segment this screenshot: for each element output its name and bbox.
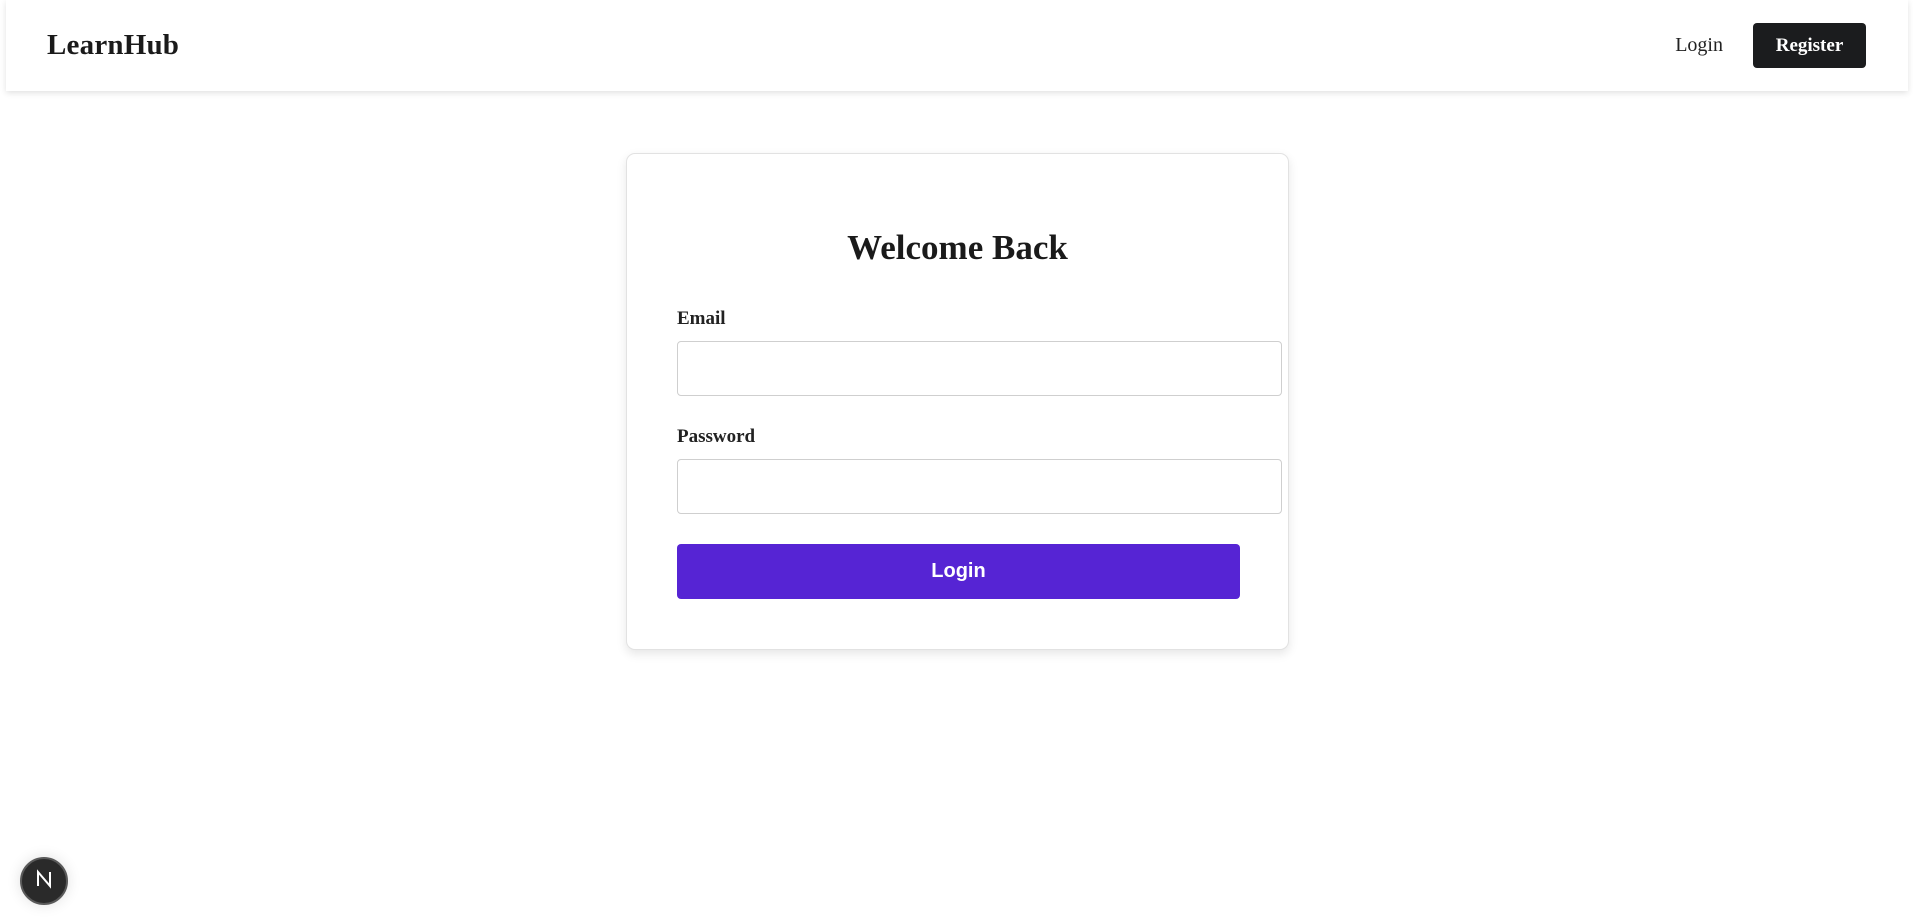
login-submit-button[interactable]: Login <box>677 544 1240 599</box>
email-label: Email <box>677 308 726 329</box>
login-card: Welcome Back Email Password Login <box>626 153 1289 650</box>
top-navbar: LearnHub Login Register <box>6 0 1908 91</box>
login-link[interactable]: Login <box>1675 34 1723 57</box>
login-title: Welcome Back <box>847 228 1068 267</box>
brand-logo[interactable]: LearnHub <box>47 29 179 62</box>
nextjs-n-icon <box>34 868 54 894</box>
nav-actions: Login Register <box>1675 23 1866 68</box>
register-button[interactable]: Register <box>1753 23 1866 68</box>
password-label: Password <box>677 426 756 447</box>
email-field[interactable] <box>677 341 1282 396</box>
nextjs-dev-badge[interactable] <box>20 857 68 905</box>
password-field[interactable] <box>677 459 1282 514</box>
